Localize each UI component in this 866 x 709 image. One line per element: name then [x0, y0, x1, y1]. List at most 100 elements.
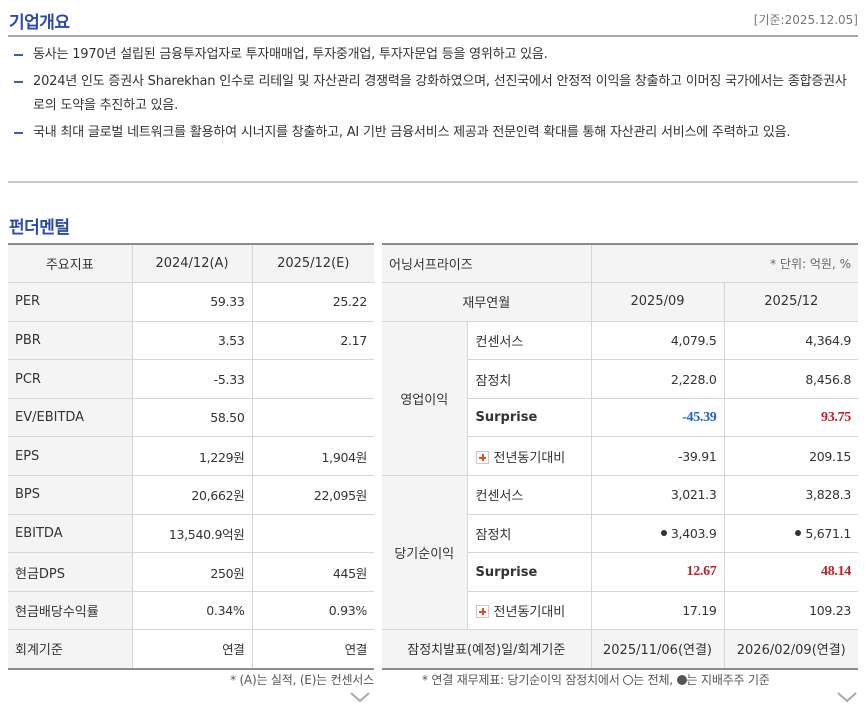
value-text: 17.19	[682, 603, 717, 619]
table-row: EV/EBITDA 58.50	[8, 397, 374, 438]
row-label[interactable]: 전년동기대비	[467, 436, 592, 477]
value-text: 4,079.5	[670, 332, 717, 348]
value-cell: 12.67	[590, 552, 725, 592]
value-cell: 4,079.5	[590, 320, 725, 361]
column-header: 재무연월	[382, 282, 592, 322]
metric-value: 연결	[131, 629, 253, 670]
row-label: Surprise	[467, 397, 592, 438]
overview-item: 2024년 인도 증권사 Sharekhan 인수로 리테일 및 자산관리 경쟁…	[14, 70, 854, 118]
overview-list: 동사는 1970년 설립된 금융투자업자로 투자매매업, 투자중개업, 투자자문…	[14, 43, 854, 148]
table-row: EPS 1,229원 1,904원	[8, 436, 374, 477]
filled-dot-icon	[660, 529, 667, 536]
value-cell: -45.39	[590, 397, 725, 438]
value-cell: 209.15	[723, 436, 859, 477]
row-label: 컨센서스	[466, 475, 592, 515]
open-circle-icon	[623, 675, 634, 685]
overview-divider	[8, 35, 858, 37]
metric-value: 1,904원	[251, 436, 374, 477]
row-label-text: 잠정치	[475, 527, 512, 543]
column-header: 2025/12	[723, 282, 859, 322]
metric-label: 회계기준	[8, 629, 133, 670]
expand-plus-icon[interactable]	[475, 605, 489, 619]
metric-value	[251, 359, 374, 399]
row-label-text: 컨센서스	[475, 489, 524, 505]
row-label: 컨센서스	[466, 320, 592, 361]
metric-value: 250원	[131, 552, 253, 592]
section-divider	[8, 181, 858, 183]
table-header-row: 주요지표 2024/12(A) 2025/12(E)	[8, 243, 374, 284]
metric-value: 22,095원	[251, 475, 374, 515]
value-cell: 3,403.9	[590, 513, 725, 554]
column-header: 2024/12(A)	[131, 243, 253, 284]
row-label: Surprise	[467, 552, 592, 592]
value-text: 48.14	[821, 564, 852, 580]
expand-plus-icon[interactable]	[475, 450, 489, 464]
table-row: PCR -5.33	[8, 359, 374, 399]
chevron-down-icon[interactable]	[836, 690, 858, 704]
fundamentals-table: 주요지표 2024/12(A) 2025/12(E) PER 59.33 25.22…	[8, 243, 374, 670]
table-footer-row: 잠정치발표(예정)일/회계기준 2025/11/06(연결) 2026/02/09(…	[382, 629, 859, 670]
dash-bullet-icon	[14, 54, 23, 56]
footer-label: 잠정치발표(예정)일/회계기준	[382, 629, 592, 670]
metric-value: 2.17	[251, 320, 374, 361]
chevron-down-icon[interactable]	[349, 690, 371, 704]
value-cell: 3,828.3	[723, 475, 859, 515]
value-cell: 17.19	[590, 590, 725, 631]
value-cell: 2,228.0	[590, 359, 725, 399]
row-label-text: 잠정치	[475, 373, 512, 389]
value-text: 4,364.9	[805, 332, 852, 348]
metric-value: 3.53	[131, 320, 253, 361]
value-text: -45.39	[682, 409, 717, 425]
metric-value	[251, 397, 374, 438]
footer-value: 2025/11/06(연결)	[590, 629, 725, 670]
earnings-note-prefix: * 연결 재무제표: 당기순이익 잠정치에서	[422, 673, 620, 687]
earnings-note-open: 는 전체,	[633, 673, 673, 687]
value-cell: 4,364.9	[723, 320, 859, 361]
metric-value: 0.34%	[131, 590, 253, 631]
metric-value: -5.33	[131, 359, 253, 399]
metric-label: EBITDA	[8, 513, 133, 554]
table-row: 당기순이익 컨센서스 3,021.3 3,828.3	[382, 475, 859, 631]
table-row: PBR 3.53 2.17	[8, 320, 374, 361]
value-text: 5,671.1	[805, 525, 852, 541]
table-row: EBITDA 13,540.9억원	[8, 513, 374, 554]
fundamentals-note: * (A)는 실적, (E)는 컨센서스	[230, 673, 374, 687]
value-text: 93.75	[821, 409, 852, 425]
group-label: 당기순이익	[382, 475, 468, 631]
table-row: 현금DPS 250원 445원	[8, 552, 374, 592]
value-text: 3,021.3	[670, 487, 717, 503]
row-label-text: 전년동기대비	[493, 450, 566, 466]
metric-value: 445원	[251, 552, 374, 592]
value-cell: 109.23	[723, 590, 859, 631]
column-header: 2025/12(E)	[251, 243, 374, 284]
row-label[interactable]: 전년동기대비	[467, 590, 592, 631]
earnings-note-fill: 는 지배주주 기준	[686, 673, 770, 687]
overview-item-text: 2024년 인도 증권사 Sharekhan 인수로 리테일 및 자산관리 경쟁…	[33, 74, 847, 113]
overview-item-text: 동사는 1970년 설립된 금융투자업자로 투자매매업, 투자중개업, 투자자문…	[33, 47, 548, 62]
dash-bullet-icon	[14, 132, 23, 134]
value-cell: 3,021.3	[590, 475, 725, 515]
metric-label: PBR	[8, 320, 133, 361]
column-header: 2025/09	[590, 282, 725, 322]
table-row: 현금배당수익률 0.34% 0.93%	[8, 590, 374, 631]
row-label: 잠정치	[467, 359, 592, 399]
group-label: 영업이익	[382, 320, 468, 477]
metric-label: EPS	[8, 436, 133, 477]
basis-date: [기준:2025.12.05]	[753, 13, 858, 27]
overview-item: 동사는 1970년 설립된 금융투자업자로 투자매매업, 투자중개업, 투자자문…	[14, 43, 854, 67]
table-row: 영업이익 컨센서스 4,079.5 4,364.9	[382, 320, 859, 477]
unit-note: * 단위: 억원, %	[590, 243, 859, 284]
metric-value: 0.93%	[251, 590, 374, 631]
metric-value: 58.50	[131, 397, 253, 438]
value-cell: 93.75	[723, 397, 859, 438]
table-row: BPS 20,662원 22,095원	[8, 475, 374, 515]
value-text: 209.15	[809, 448, 852, 464]
metric-value: 연결	[251, 629, 374, 670]
table-header-row: 어닝서프라이즈 * 단위: 억원, %	[382, 243, 859, 284]
table-header-row: 재무연월 2025/09 2025/12	[382, 282, 859, 322]
metric-value: 13,540.9억원	[131, 513, 253, 554]
value-text: 3,828.3	[805, 487, 852, 503]
row-label-text: Surprise	[475, 564, 538, 580]
metric-label: 현금DPS	[8, 552, 133, 592]
column-header: 주요지표	[8, 243, 133, 284]
